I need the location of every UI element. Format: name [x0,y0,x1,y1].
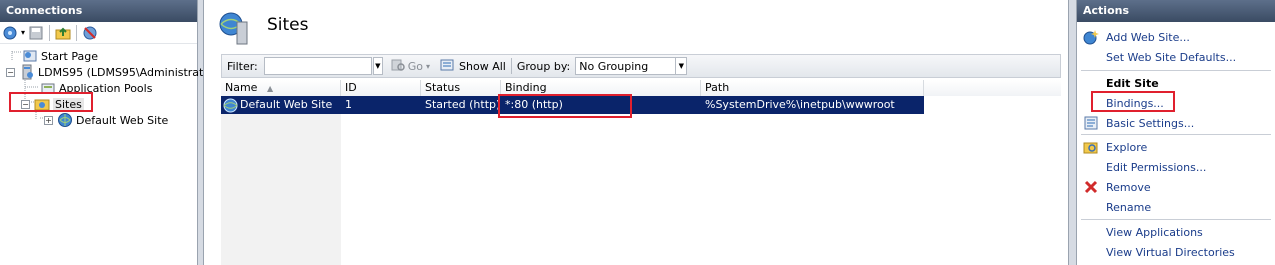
disconnect-icon[interactable] [82,25,98,41]
highlight-box-binding [498,94,632,118]
go-label: Go [407,59,424,73]
tree-item-start-page[interactable]: Start Page [22,48,98,64]
toolbar-separator [76,24,78,41]
show-all-button[interactable]: Show All [440,58,506,75]
action-explore[interactable]: Explore [1106,141,1147,154]
grid-header: Name ▲ ID Status Binding Path [221,80,1061,96]
cell-id: 1 [345,98,352,111]
divider [1081,70,1271,71]
filter-separator [510,58,512,74]
column-header-id[interactable]: ID [341,80,421,96]
column-header-path[interactable]: Path [701,80,924,96]
column-header-filler [924,80,1061,96]
action-view-virtual-directories[interactable]: View Virtual Directories [1106,246,1235,259]
action-basic-settings[interactable]: Basic Settings... [1106,117,1194,130]
column-label: Name [225,81,258,94]
sites-header-icon [217,10,253,49]
filter-bar: Filter: ▼ Go ▾ Show All Group by: No Gro… [221,54,1061,78]
group-by-value: No Grouping [579,60,649,73]
column-header-name[interactable]: Name ▲ [221,80,341,96]
show-all-label: Show All [459,59,506,73]
filter-input[interactable] [263,57,372,75]
filter-label: Filter: [227,59,258,73]
save-icon[interactable] [28,25,44,41]
globe-icon [223,98,238,113]
remove-icon [1083,179,1099,195]
go-icon [391,58,405,75]
action-view-applications[interactable]: View Applications [1106,226,1203,239]
connect-dropdown-icon[interactable]: ▾ [21,28,25,37]
action-set-web-site-defaults[interactable]: Set Web Site Defaults... [1106,51,1236,64]
cell-path: %SystemDrive%\inetpub\wwwroot [705,98,895,111]
sites-header: Sites [204,0,1068,50]
edit-site-heading: Edit Site [1106,77,1159,90]
connections-toolbar: ▾ [0,22,197,44]
group-by-select[interactable]: No Grouping ▼ [575,57,688,75]
collapse-icon[interactable]: − [6,67,15,77]
iis-manager-window: Connections ▾ Start Page − LDMS95 (LDMS9… [0,0,1275,265]
divider [1081,219,1271,220]
go-dropdown-icon[interactable]: ▾ [426,62,430,71]
cell-name: Default Web Site [221,96,341,114]
column-header-status[interactable]: Status [421,80,501,96]
tree-item-default-web-site[interactable]: + Default Web Site [44,112,168,128]
tree-item-server[interactable]: − LDMS95 (LDMS95\Administrator) [6,64,219,80]
server-icon [19,64,35,80]
page-title: Sites [267,15,309,35]
expand-icon[interactable]: + [44,115,53,125]
tree-item-label: Start Page [41,49,98,63]
toolbar-separator [49,24,51,41]
connections-pane: Connections ▾ Start Page − LDMS95 (LDMS9… [0,0,219,265]
basic-settings-icon [1083,115,1099,131]
sort-ascending-icon: ▲ [266,84,274,93]
up-folder-icon[interactable] [55,25,71,41]
actions-pane: Actions Add Web Site... Set Web Site Def… [1076,0,1275,265]
tree-item-label: LDMS95 (LDMS95\Administrator) [38,65,219,79]
chevron-down-icon: ▼ [675,58,686,74]
action-edit-permissions[interactable]: Edit Permissions... [1106,161,1206,174]
connections-header: Connections [0,0,197,22]
divider [1081,134,1271,135]
action-rename[interactable]: Rename [1106,201,1151,214]
cell-text: Default Web Site [240,98,333,111]
filter-dropdown-icon[interactable]: ▼ [372,57,383,75]
connect-icon[interactable] [2,25,18,41]
go-button[interactable]: Go ▾ [391,58,430,75]
show-all-icon [440,58,456,75]
add-web-site-icon [1083,29,1099,45]
action-add-web-site[interactable]: Add Web Site... [1106,31,1190,44]
explore-icon [1083,139,1099,155]
action-remove[interactable]: Remove [1106,181,1151,194]
name-column-fill [221,114,341,265]
sites-content-pane: Sites Filter: ▼ Go ▾ Show All Group by: [203,0,1069,265]
highlight-box-sites [9,92,93,112]
sites-grid: Name ▲ ID Status Binding Path Default We… [221,80,1061,265]
start-page-icon [22,48,38,64]
highlight-box-bindings [1091,91,1175,112]
tree-item-label: Default Web Site [76,113,169,127]
globe-icon [57,112,73,128]
actions-header: Actions [1077,0,1275,22]
cell-status: Started (http) [425,98,501,111]
group-by-label: Group by: [516,59,571,73]
